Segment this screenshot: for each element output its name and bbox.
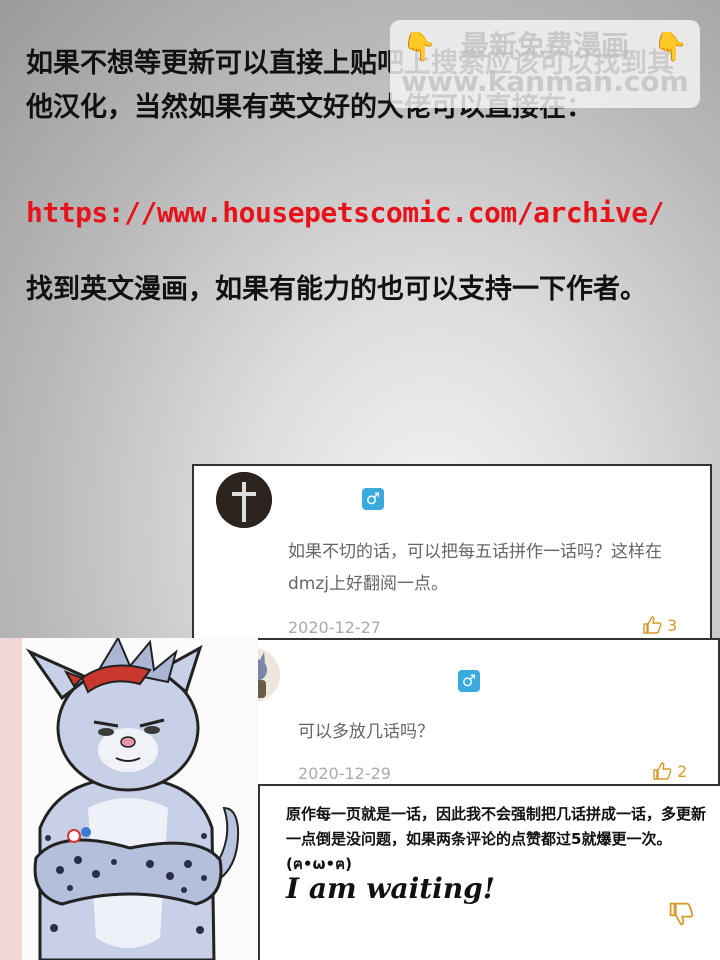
comment-text: 如果不切的话，可以把每五话拼作一话吗？这样在dmzj上好翻阅一点。 [288,542,662,594]
like-button[interactable]: 3 [642,616,677,635]
character-illustration [0,638,258,960]
watermark-text: 最新免费漫画 www.kanman.com [401,29,689,98]
comment-date: 2020-12-29 [298,764,391,783]
author-reply: 原作每一页就是一话，因此我不会强制把几话拼成一话，多更新一点倒是没问题，如果两条… [258,786,720,960]
cross-avatar-icon [216,472,272,528]
thumbs-up-icon [653,762,672,780]
avatar[interactable] [216,472,272,528]
snow-leopard-character-icon [0,638,258,960]
comment-card-2: ♂ 可以多放几话吗？ 2020-12-29 2 [200,638,720,786]
comment-text: 可以多放几话吗？ [298,722,434,742]
like-count: 3 [667,616,678,635]
waiting-caption: I am waiting! [286,872,496,905]
like-button[interactable]: 2 [652,762,687,781]
reply-text: 原作每一页就是一话，因此我不会强制把几话拼成一话，多更新一点倒是没问题，如果两条… [286,805,707,873]
thumbs-up-icon [643,616,662,634]
archive-link[interactable]: https://www.housepetscomic.com/archive/ [26,196,664,229]
intro-paragraph-2: 找到英文漫画，如果有能力的也可以支持一下作者。 [26,274,647,305]
dislike-button[interactable] [668,902,694,930]
comment-date: 2020-12-27 [288,618,381,637]
comment-card-1: ♂ 如果不切的话，可以把每五话拼作一话吗？这样在dmzj上好翻阅一点。 2020… [192,464,712,640]
male-badge-icon: ♂ [458,670,480,692]
watermark: 👇 👇 最新免费漫画 www.kanman.com [390,20,700,108]
like-count: 2 [677,762,688,781]
male-badge-icon: ♂ [362,488,384,510]
thumbs-down-icon [669,902,694,926]
